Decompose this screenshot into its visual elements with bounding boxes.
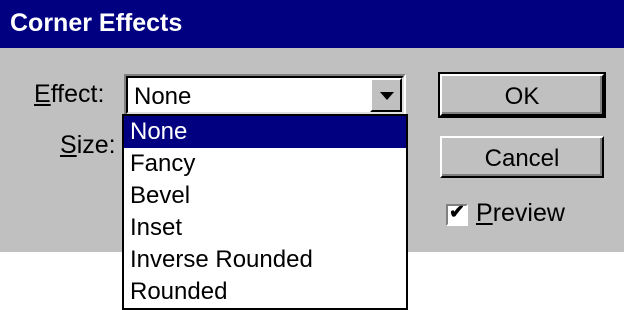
ok-button[interactable]: OK (438, 72, 606, 118)
preview-checkbox[interactable]: ✔ (446, 202, 468, 226)
cancel-button-label: Cancel (484, 145, 560, 172)
size-label: Size: (60, 131, 116, 160)
effect-label-text: ffect: (50, 80, 105, 108)
preview-label-text: review (492, 199, 565, 227)
effect-select-value: None (134, 83, 192, 110)
dropdown-option-none[interactable]: None (124, 116, 406, 148)
dropdown-option-bevel[interactable]: Bevel (124, 180, 406, 212)
preview-label-accelerator: P (476, 199, 493, 227)
size-label-accelerator: S (60, 131, 77, 159)
dialog-title: Corner Effects (10, 9, 183, 37)
preview-label[interactable]: Preview (476, 199, 565, 228)
dropdown-option-inverse-rounded[interactable]: Inverse Rounded (124, 244, 406, 276)
effect-label: Effect: (34, 80, 104, 109)
cancel-button[interactable]: Cancel (440, 136, 604, 178)
effect-select-field[interactable]: None (126, 76, 404, 114)
dropdown-option-fancy[interactable]: Fancy (124, 148, 406, 180)
dropdown-arrow-icon[interactable] (370, 78, 402, 112)
title-bar[interactable]: Corner Effects (0, 0, 624, 48)
ok-button-label: OK (504, 83, 540, 110)
checkmark-icon: ✔ (449, 202, 465, 223)
effect-label-accelerator: E (34, 80, 51, 108)
effect-select[interactable]: None (124, 74, 406, 116)
dropdown-option-rounded[interactable]: Rounded (124, 276, 406, 308)
size-label-text: ize: (76, 131, 116, 159)
effect-dropdown-list: None Fancy Bevel Inset Inverse Rounded R… (122, 114, 408, 310)
dropdown-option-inset[interactable]: Inset (124, 212, 406, 244)
